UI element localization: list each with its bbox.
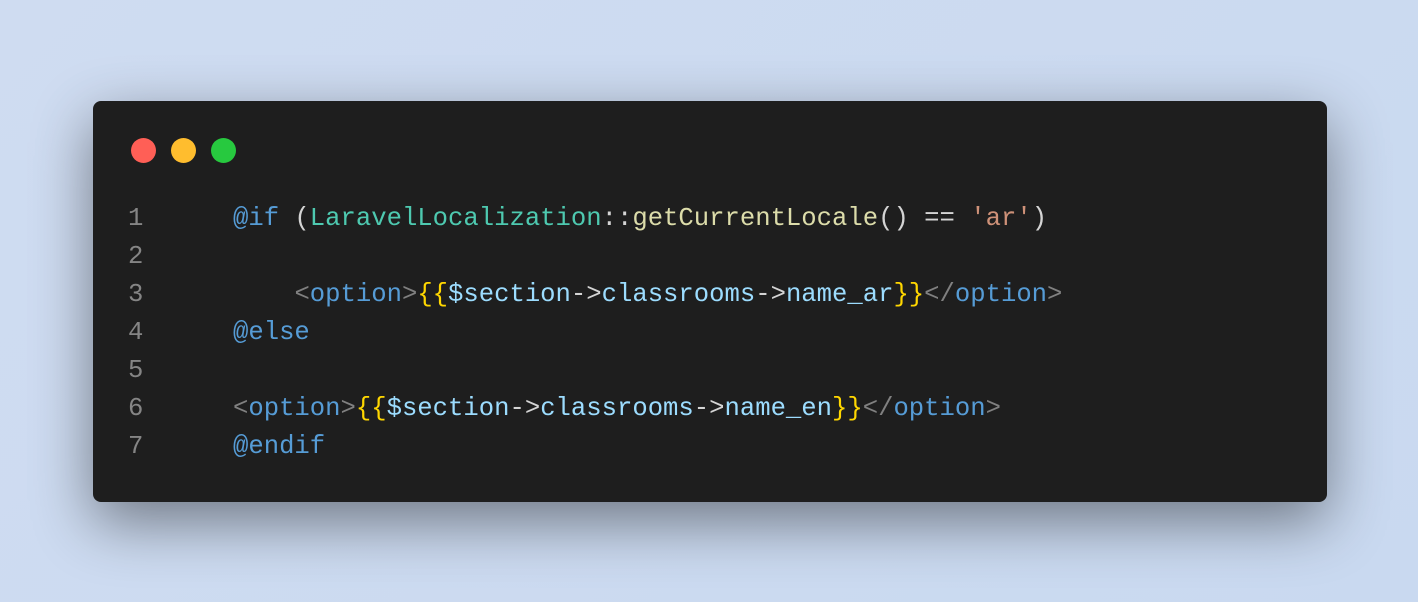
line-number: 1 — [128, 204, 144, 233]
code-token: }} — [893, 280, 925, 309]
code-token: -> — [755, 280, 786, 309]
code-token: option — [893, 394, 986, 423]
code-token: </ — [924, 280, 955, 309]
code-token: @if — [233, 204, 280, 233]
code-token: @else — [233, 318, 310, 347]
code-token: name_ar — [785, 280, 894, 309]
code-token: classrooms — [540, 394, 694, 423]
code-token: :: — [601, 204, 633, 233]
code-token: getCurrentLocale — [632, 204, 879, 233]
code-token: > — [401, 280, 418, 309]
code-token: < — [233, 394, 249, 423]
maximize-window-button[interactable] — [211, 138, 236, 163]
line-source: <option>{{$section->classrooms->name_ar}… — [233, 276, 1062, 314]
code-token: @endif — [233, 432, 326, 461]
line-number: 5 — [128, 356, 144, 385]
code-token: -> — [509, 394, 541, 423]
code-token: option — [309, 280, 402, 309]
code-token: () == — [878, 204, 971, 233]
code-token: ) — [1031, 204, 1048, 233]
code-token: $section — [386, 394, 510, 423]
code-token: > — [340, 394, 356, 423]
line-number: 4 — [128, 318, 144, 347]
code-token: {{ — [355, 394, 387, 423]
code-token: </ — [862, 394, 894, 423]
minimize-window-button[interactable] — [171, 138, 196, 163]
line-number: 3 — [128, 280, 144, 309]
code-token: }} — [832, 394, 863, 423]
code-token: $section — [448, 280, 571, 309]
line-number: 6 — [128, 394, 144, 423]
code-token: option — [248, 394, 341, 423]
code-token: -> — [693, 394, 725, 423]
close-window-button[interactable] — [131, 138, 156, 163]
line-number: 2 — [128, 242, 144, 271]
code-token: name_en — [724, 394, 833, 423]
line-source: <option>{{$section->classrooms->name_en}… — [233, 390, 1001, 428]
code-token: 'ar' — [970, 204, 1032, 233]
code-token: > — [1047, 280, 1063, 309]
line-source: @endif — [233, 428, 325, 466]
code-token: LaravelLocalization — [309, 204, 602, 233]
code-token: {{ — [417, 280, 449, 309]
code-token: < — [294, 280, 310, 309]
code-token: -> — [570, 280, 602, 309]
code-token: > — [985, 394, 1001, 423]
code-token: classrooms — [601, 280, 756, 309]
code-token: ( — [279, 204, 310, 233]
code-token: option — [954, 280, 1048, 309]
line-number: 7 — [128, 432, 144, 461]
line-source: @else — [233, 314, 310, 352]
line-source: @if (LaravelLocalization::getCurrentLoca… — [233, 200, 1047, 238]
